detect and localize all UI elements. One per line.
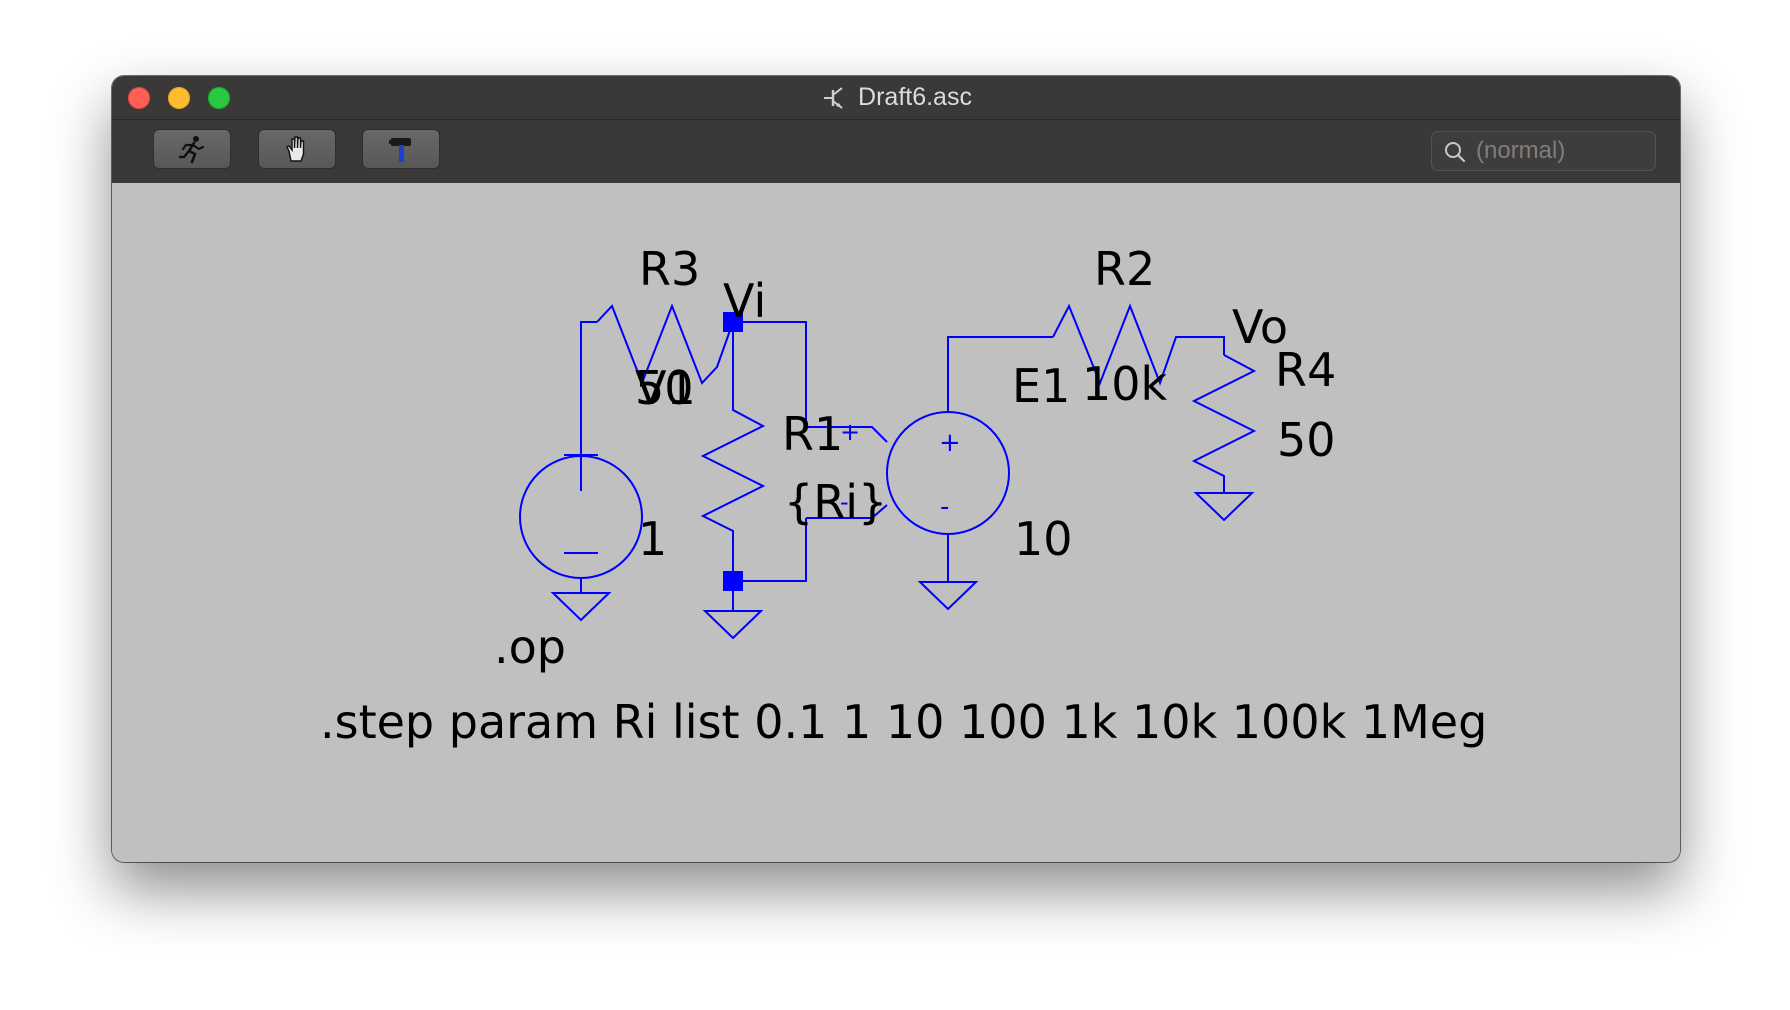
halt-button[interactable] bbox=[258, 129, 336, 169]
search-box[interactable] bbox=[1431, 131, 1656, 171]
ground-icon bbox=[1193, 492, 1255, 522]
r1-name: R1 bbox=[782, 407, 843, 461]
transistor-icon bbox=[820, 84, 848, 112]
wire-v1-r3 bbox=[580, 321, 597, 456]
ground-icon bbox=[550, 592, 612, 622]
hand-icon bbox=[286, 136, 305, 162]
resistor-r4[interactable] bbox=[1191, 354, 1257, 522]
r4-name: R4 bbox=[1275, 343, 1336, 397]
net-label-vi: Vi bbox=[723, 274, 766, 328]
r3-name: R3 bbox=[639, 242, 700, 296]
running-man-icon bbox=[178, 136, 205, 164]
hammer-icon bbox=[389, 138, 411, 162]
r2-name: R2 bbox=[1094, 242, 1155, 296]
schematic-canvas[interactable]: + - + - R3 50 V1 1 Vi R1 {Ri} E1 10 R2 1… bbox=[112, 183, 1680, 862]
ground-icon bbox=[702, 610, 764, 640]
r1-value: {Ri} bbox=[784, 475, 887, 529]
app-window: Draft6.asc (normal) + - + - R3 50 V1 1 V… bbox=[112, 76, 1680, 862]
run-button[interactable] bbox=[153, 129, 231, 169]
settings-button[interactable] bbox=[362, 129, 440, 169]
schematic-drawing: + - + - R3 50 V1 1 Vi R1 {Ri} E1 10 R2 1… bbox=[320, 242, 1487, 749]
r2-value: 10k bbox=[1082, 357, 1168, 411]
r4-value: 50 bbox=[1277, 413, 1336, 467]
r1-symbol bbox=[700, 322, 766, 581]
v1-value: 1 bbox=[638, 512, 667, 566]
toolbar bbox=[112, 120, 1680, 183]
e1-plus-mark: + bbox=[939, 428, 961, 458]
r4-symbol bbox=[1191, 354, 1257, 493]
window-title: Draft6.asc bbox=[858, 83, 972, 111]
search-input[interactable] bbox=[1476, 132, 1646, 170]
search-icon bbox=[1445, 142, 1466, 163]
e1-value: 10 bbox=[1014, 512, 1073, 566]
resistor-r3[interactable] bbox=[596, 303, 807, 427]
e1-minus-mark: - bbox=[940, 492, 949, 522]
v1-name: V1 bbox=[635, 361, 696, 415]
junction-dot bbox=[723, 571, 743, 591]
step-directive: .step param Ri list 0.1 1 10 100 1k 10k … bbox=[320, 695, 1487, 749]
voltage-source-v1[interactable] bbox=[519, 321, 643, 622]
op-directive: .op bbox=[494, 620, 566, 674]
ground-icon bbox=[917, 581, 979, 611]
window-title-area: Draft6.asc bbox=[112, 76, 1680, 119]
title-bar[interactable]: Draft6.asc bbox=[112, 76, 1680, 120]
e1-name: E1 bbox=[1012, 359, 1070, 413]
